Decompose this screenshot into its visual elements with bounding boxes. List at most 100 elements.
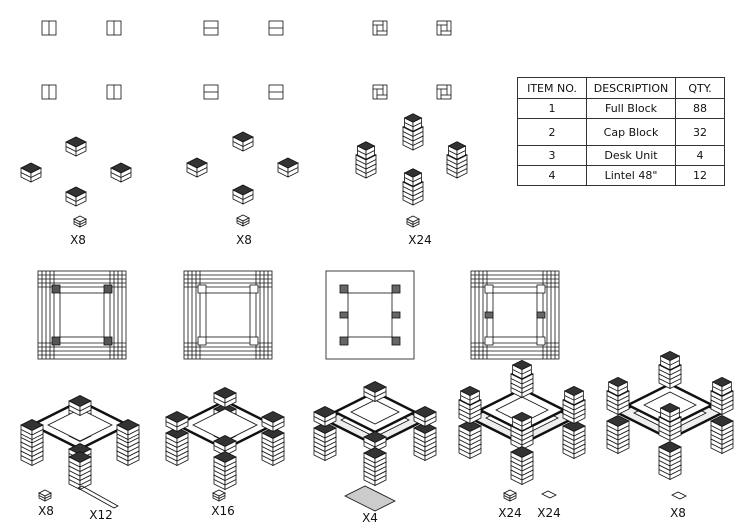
item-no: 1 (517, 98, 587, 119)
plan-lintel (339, 311, 349, 319)
vertical-split-block-icon (106, 20, 122, 36)
block-cluster (20, 136, 132, 228)
bill-of-materials-table: ITEM NO. DESCRIPTION QTY. 1 Full Block 88 … (517, 77, 725, 186)
plan-corner (484, 336, 494, 346)
pinwheel-block-icon (436, 84, 452, 100)
quantity-label: X16 (211, 504, 235, 518)
header-qty: QTY. (675, 77, 725, 99)
plan-view (325, 270, 415, 360)
quantity-label: X8 (670, 506, 686, 520)
pinwheel-block-icon (372, 84, 388, 100)
description: Cap Block (586, 118, 676, 146)
plan-lintel (484, 311, 494, 319)
item-no: 2 (517, 118, 587, 146)
assembly-view (165, 387, 285, 491)
plan-corner (51, 284, 61, 294)
block-cluster (355, 113, 468, 228)
horizontal-split-block-icon (203, 84, 219, 100)
cap-block-part (671, 491, 687, 500)
item-no: 3 (517, 145, 587, 166)
description: Lintel 48" (586, 165, 676, 186)
desk-unit-part (344, 485, 396, 512)
item-no: 4 (517, 165, 587, 186)
table-header-row: ITEM NO. DESCRIPTION QTY. (517, 77, 725, 99)
horizontal-split-block-icon (268, 20, 284, 36)
plan-corner (339, 336, 349, 346)
pinwheel-block-icon (436, 20, 452, 36)
loose-parts (38, 485, 687, 512)
icon-line (437, 21, 451, 35)
icon-line (376, 88, 384, 96)
plan-corner (103, 284, 113, 294)
pinwheel-block-icon (372, 20, 388, 36)
quantity-label: X8 (38, 504, 54, 518)
cap-block-part (541, 490, 557, 499)
icon-line (440, 88, 448, 96)
assembly-view (313, 381, 437, 487)
qty: 88 (675, 98, 725, 119)
icon-outline (436, 84, 452, 100)
vertical-split-block-icon (106, 84, 122, 100)
quantity-label: X8 (236, 233, 252, 247)
description: Desk Unit (586, 145, 676, 166)
icon-line (373, 21, 387, 35)
plan-outline (37, 270, 127, 360)
plan-corner (484, 284, 494, 294)
icon-line (376, 24, 384, 32)
icon-outline (372, 84, 388, 100)
header-item-no: ITEM NO. (517, 77, 587, 99)
vertical-split-block-icon (41, 20, 57, 36)
plan-lintel (536, 311, 546, 319)
assembly-view (458, 359, 586, 486)
plan-corner (197, 336, 207, 346)
icon-outline (436, 20, 452, 36)
table-row: 3 Desk Unit 4 (517, 145, 725, 166)
table-row: 4 Lintel 48" 12 (517, 165, 725, 186)
plan-corner (249, 284, 259, 294)
plan-corner (536, 336, 546, 346)
description: Full Block (586, 98, 676, 119)
plan-inner (347, 292, 393, 338)
plan-view (470, 270, 560, 360)
quantity-label: X12 (89, 508, 113, 522)
plan-inner (205, 292, 251, 338)
plan-outline (183, 270, 273, 360)
plan-corner (339, 284, 349, 294)
block-cluster (186, 131, 299, 227)
lintel-part (77, 485, 119, 509)
table-row: 2 Cap Block 32 (517, 118, 725, 146)
icon-line (440, 24, 448, 32)
horizontal-split-block-icon (203, 20, 219, 36)
plan-view (183, 270, 273, 360)
assembly-view (20, 395, 140, 491)
assembly-view (606, 350, 734, 481)
icon-line (373, 85, 387, 99)
plan-corner (536, 284, 546, 294)
qty: 12 (675, 165, 725, 186)
quantity-label: X4 (362, 511, 378, 525)
plan-corner (391, 336, 401, 346)
quantity-label: X24 (408, 233, 432, 247)
horizontal-split-block-icon (268, 84, 284, 100)
qty: 4 (675, 145, 725, 166)
quantity-label: X8 (70, 233, 86, 247)
plan-lintel (391, 311, 401, 319)
plan-corner (197, 284, 207, 294)
plan-corner (51, 336, 61, 346)
plan-view (37, 270, 127, 360)
vertical-split-block-icon (41, 84, 57, 100)
icon-line (437, 85, 451, 99)
plan-inner (492, 292, 538, 338)
table-row: 1 Full Block 88 (517, 98, 725, 119)
qty: 32 (675, 118, 725, 146)
quantity-label: X24 (498, 506, 522, 520)
plan-outline (325, 270, 415, 360)
icon-outline (372, 20, 388, 36)
plan-corner (103, 336, 113, 346)
header-description: DESCRIPTION (586, 77, 676, 99)
plan-inner (59, 292, 105, 338)
plan-outline (470, 270, 560, 360)
plan-corner (391, 284, 401, 294)
quantity-label: X24 (537, 506, 561, 520)
plan-corner (249, 336, 259, 346)
